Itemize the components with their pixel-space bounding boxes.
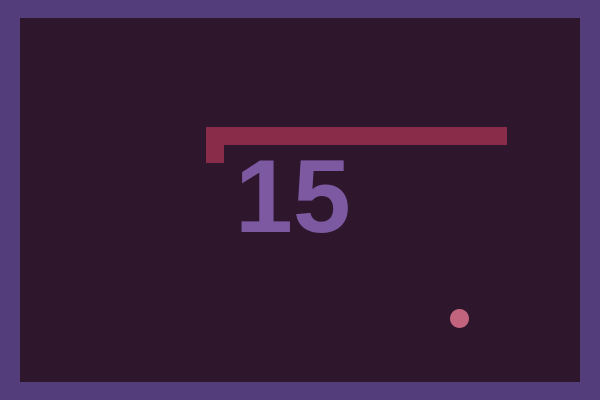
score-counter: 15 [235, 139, 351, 255]
game-frame: 15 [0, 0, 600, 400]
ball [450, 309, 469, 328]
paddle-stub [206, 127, 224, 163]
